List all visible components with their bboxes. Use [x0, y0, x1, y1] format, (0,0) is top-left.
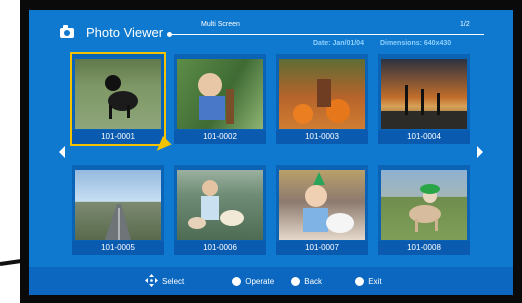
back-hint: Back [291, 277, 323, 287]
operate-hint: Operate [232, 277, 275, 287]
thumbnail-photo [381, 59, 467, 129]
thumbnail-101-0005[interactable]: 101-0005 [72, 165, 164, 255]
thumbnail-photo [381, 170, 467, 240]
thumbnail-label: 101-0004 [378, 130, 470, 144]
back-button-icon [291, 277, 300, 287]
exit-label: Exit [368, 277, 382, 286]
thumbnail-photo [177, 59, 263, 129]
thumbnail-101-0007[interactable]: 101-0007 [276, 165, 368, 255]
back-label: Back [304, 277, 323, 286]
thumbnail-label: 101-0003 [276, 130, 368, 144]
tv-screen: Photo Viewer Multi Screen 1/2 Date: Jan/… [29, 10, 513, 295]
thumbnail-photo [177, 170, 263, 240]
thumbnail-101-0003[interactable]: 101-0003 [276, 54, 368, 144]
thumbnail-label: 101-0001 [72, 130, 164, 144]
dpad-icon [145, 274, 158, 287]
select-hint: Select [162, 277, 185, 286]
thumbnail-label: 101-0007 [276, 241, 368, 255]
thumbnail-101-0001[interactable]: 101-0001 [70, 52, 166, 146]
thumbnail-photo [279, 170, 365, 240]
thumbnail-label: 101-0005 [72, 241, 164, 255]
operate-label: Operate [245, 277, 275, 286]
button-guide-bar: Select Operate Back Exit [29, 267, 513, 295]
thumbnail-101-0002[interactable]: 101-0002 [174, 54, 266, 144]
operate-button-icon [232, 277, 241, 287]
thumbnail-photo [75, 59, 161, 129]
thumbnail-label: 101-0006 [174, 241, 266, 255]
exit-button-icon [355, 277, 364, 287]
thumbnail-photo [279, 59, 365, 129]
thumbnail-grid: 101-0001 101-0002 101-0003 101-0004 101-… [29, 10, 513, 295]
thumbnail-photo [75, 170, 161, 240]
thumbnail-101-0006[interactable]: 101-0006 [174, 165, 266, 255]
thumbnail-101-0004[interactable]: 101-0004 [378, 54, 470, 144]
thumbnail-label: 101-0002 [174, 130, 266, 144]
thumbnail-label: 101-0008 [378, 241, 470, 255]
thumbnail-101-0008[interactable]: 101-0008 [378, 165, 470, 255]
exit-hint: Exit [355, 277, 382, 287]
